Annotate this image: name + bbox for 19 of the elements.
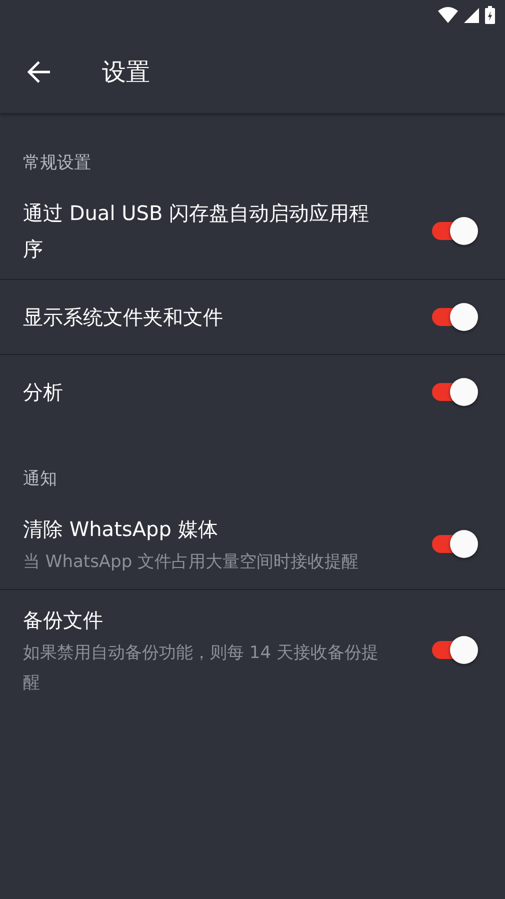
toggle-switch[interactable]: [432, 217, 478, 245]
setting-title: 显示系统文件夹和文件: [23, 304, 224, 331]
section-header: 通知: [22, 468, 58, 491]
setting-title: 通过 Dual USB 闪存盘自动启动应用程序: [23, 200, 370, 263]
setting-description: 如果禁用自动备份功能，则每 14 天接收备份提醒: [23, 642, 380, 695]
setting-title: 分析: [23, 379, 64, 406]
setting-description: 当 WhatsApp 文件占用大量空间时接收提醒: [23, 551, 360, 574]
battery-icon: [485, 6, 495, 24]
toggle-switch[interactable]: [432, 636, 478, 664]
setting-title: 清除 WhatsApp 媒体: [23, 516, 219, 543]
back-button[interactable]: [26, 58, 52, 84]
toggle-switch[interactable]: [432, 378, 478, 406]
toggle-switch[interactable]: [432, 530, 478, 558]
wifi-icon: [438, 7, 458, 23]
toggle-switch[interactable]: [432, 303, 478, 331]
page-title: 设置: [102, 56, 150, 88]
section-header: 常规设置: [22, 152, 92, 175]
setting-title: 备份文件: [23, 607, 104, 634]
signal-icon: [464, 8, 479, 22]
